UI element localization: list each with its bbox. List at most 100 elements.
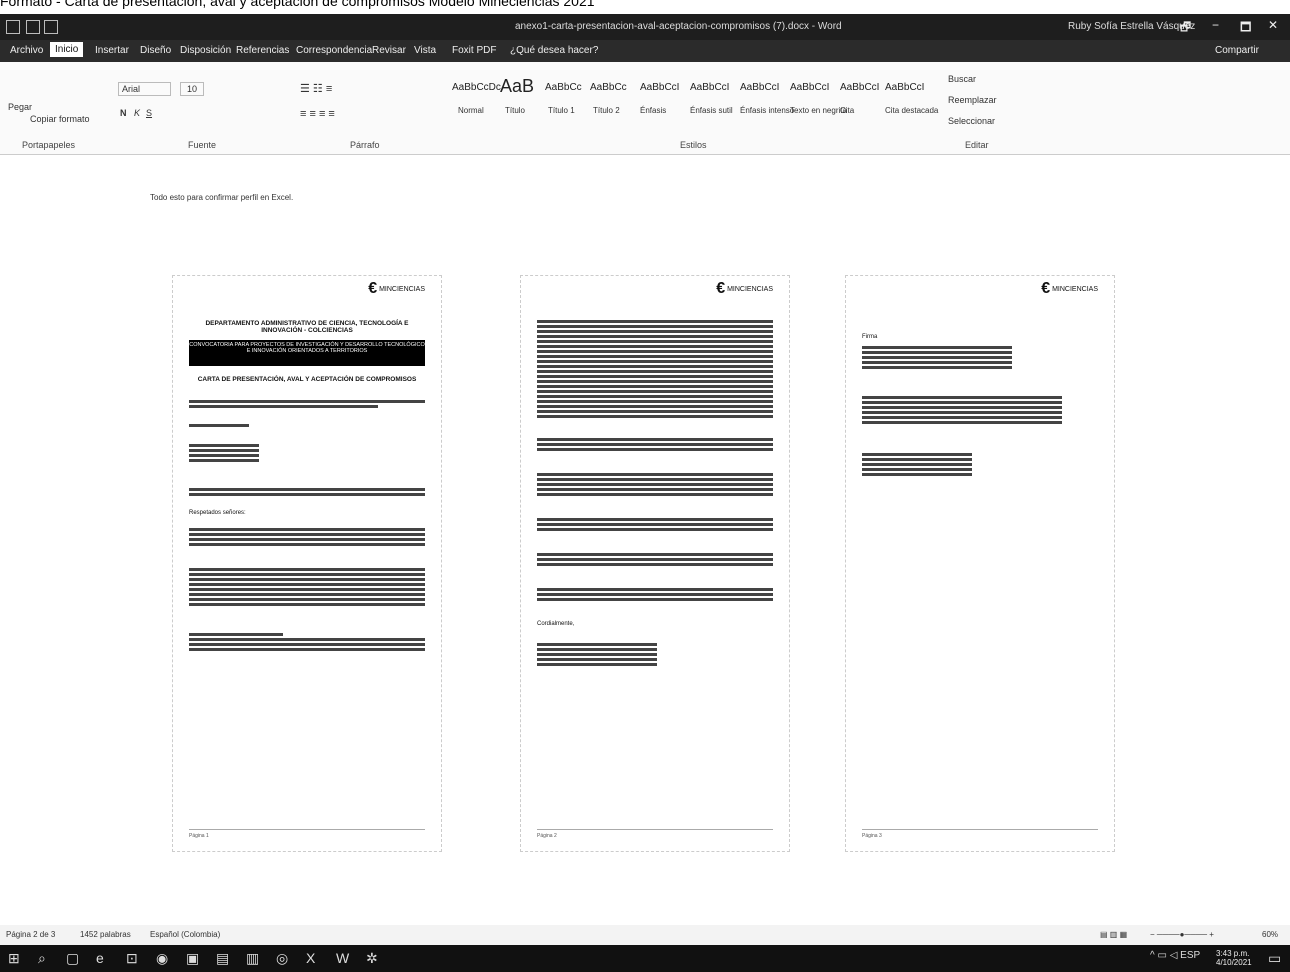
style-emph-name: Énfasis <box>640 106 667 115</box>
page1-paragraph-3 <box>189 526 425 548</box>
notifications-icon[interactable]: ▭ <box>1268 950 1281 967</box>
style-subtle-name: Énfasis sutil <box>690 106 733 115</box>
page2-signature-block <box>537 641 657 668</box>
font-name-select[interactable]: Arial <box>118 82 172 96</box>
document-area[interactable]: Todo esto para confirmar perfil en Excel… <box>0 155 1290 925</box>
tab-disposicion[interactable]: Disposición <box>180 45 231 56</box>
style-h1-preview[interactable]: AaBbCc <box>545 82 582 93</box>
clock-date: 4/10/2021 <box>1216 958 1252 967</box>
select-button[interactable]: Seleccionar <box>948 116 995 126</box>
align-icons[interactable]: ≡ ≡ ≡ ≡ <box>300 108 335 120</box>
camera-icon[interactable]: ◎ <box>276 950 288 967</box>
underline-button[interactable]: S <box>146 108 152 118</box>
word-icon <box>6 20 20 34</box>
editing-group-label: Editar <box>965 140 989 150</box>
zoom-level[interactable]: 60% <box>1262 930 1278 939</box>
page1-footer: Página 1 <box>189 829 425 839</box>
ribbon: Pegar Copiar formato Portapapeles Arial … <box>0 62 1290 155</box>
start-icon[interactable]: ⊞ <box>8 950 20 967</box>
style-intense-quote-name: Cita destacada <box>885 106 939 115</box>
font-size-select[interactable]: 10 <box>180 82 205 96</box>
page3-signature-3 <box>862 451 972 478</box>
task-view-icon[interactable]: ▢ <box>66 950 79 967</box>
excel-icon[interactable]: X <box>306 950 315 966</box>
style-bold-name: Texto en negrita <box>790 106 847 115</box>
search-icon[interactable]: ⌕ <box>38 950 46 967</box>
page2-paragraph-3 <box>537 471 773 498</box>
logo-text: MINCIENCIAS <box>379 285 425 293</box>
tab-foxit[interactable]: Foxit PDF <box>452 45 496 56</box>
tab-diseno[interactable]: Diseño <box>140 45 171 56</box>
chrome-icon[interactable]: ◉ <box>156 950 168 967</box>
style-title-preview[interactable]: AaB <box>500 76 534 97</box>
save-icon[interactable] <box>26 20 40 34</box>
page-2[interactable]: € MINCIENCIAS Cordialmente, Página 2 <box>520 275 790 852</box>
tab-correspondencia[interactable]: Correspondencia <box>296 45 372 56</box>
word-count[interactable]: 1452 palabras <box>80 930 131 939</box>
find-button[interactable]: Buscar <box>948 74 976 84</box>
view-mode-icons[interactable]: ▤ ▥ ▦ <box>1100 930 1127 939</box>
tab-revisar[interactable]: Revisar <box>372 45 406 56</box>
edge-icon[interactable]: e <box>96 950 104 966</box>
clock[interactable]: 3:43 p.m. 4/10/2021 <box>1216 949 1252 967</box>
document-note: Todo esto para confirmar perfil en Excel… <box>150 193 294 202</box>
style-h2-preview[interactable]: AaBbCc <box>590 82 627 93</box>
logo-text: MINCIENCIAS <box>1052 285 1098 293</box>
page2-paragraph-5 <box>537 551 773 568</box>
list-icons[interactable]: ☰ ☷ ≡ <box>300 82 332 95</box>
status-bar: Página 2 de 3 1452 palabras Español (Col… <box>0 925 1290 945</box>
tab-vista[interactable]: Vista <box>414 45 436 56</box>
font-group-label: Fuente <box>188 140 217 150</box>
page1-title-box: CONVOCATORIA PARA PROYECTOS DE INVESTIGA… <box>189 340 425 366</box>
page1-paragraph-4 <box>189 566 425 608</box>
share-button[interactable]: Compartir <box>1215 45 1259 56</box>
logo-text: MINCIENCIAS <box>727 285 773 293</box>
page2-paragraph-2 <box>537 436 773 453</box>
style-intense-preview[interactable]: AaBbCcI <box>740 82 779 93</box>
style-emph-preview[interactable]: AaBbCcI <box>640 82 679 93</box>
copy-format-button[interactable]: Copiar formato <box>30 114 90 124</box>
page-3[interactable]: € MINCIENCIAS Firma Página 3 <box>845 275 1115 852</box>
app-icon[interactable]: ▥ <box>246 950 259 967</box>
italic-button[interactable]: K <box>134 108 140 118</box>
ribbon-display-icon[interactable]: 🗗 <box>1180 18 1191 39</box>
mail-icon[interactable]: ▤ <box>216 950 229 967</box>
tell-me-search[interactable]: ¿Qué desea hacer? <box>510 45 598 56</box>
logo-c-icon: € <box>1041 280 1051 297</box>
page1-address <box>189 442 259 464</box>
style-intense-quote-preview[interactable]: AaBbCcI <box>885 82 924 93</box>
style-subtle-preview[interactable]: AaBbCcI <box>690 82 729 93</box>
style-intense-name: Énfasis intenso <box>740 106 795 115</box>
zoom-slider[interactable]: − ────●──── + <box>1150 930 1214 939</box>
tab-inicio[interactable]: Inicio <box>50 42 84 57</box>
page-count[interactable]: Página 2 de 3 <box>6 930 55 939</box>
style-normal-preview[interactable]: AaBbCcDc <box>452 82 501 93</box>
undo-icon[interactable] <box>44 20 58 34</box>
tab-referencias[interactable]: Referencias <box>236 45 289 56</box>
tab-archivo[interactable]: Archivo <box>10 45 43 56</box>
store-icon[interactable]: ⊡ <box>126 950 138 967</box>
page3-signature-1 <box>862 344 1012 371</box>
style-quote-name: Cita <box>840 106 855 115</box>
logo-c-icon: € <box>368 280 378 297</box>
tray-icons[interactable]: ^ ▭ ◁ ESP <box>1150 950 1200 961</box>
files-icon[interactable]: ▣ <box>186 950 199 967</box>
maximize-icon[interactable]: 🗖 <box>1240 18 1251 39</box>
title-bar: anexo1-carta-presentacion-aval-aceptacio… <box>0 14 1290 40</box>
page2-closing: Cordialmente, <box>537 621 575 627</box>
page2-paragraph-6 <box>537 586 773 603</box>
style-quote-preview[interactable]: AaBbCcI <box>840 82 879 93</box>
paste-button[interactable]: Pegar <box>8 102 32 112</box>
bold-button[interactable]: N <box>120 108 127 118</box>
language-indicator[interactable]: Español (Colombia) <box>150 930 220 939</box>
word-taskbar-icon[interactable]: W <box>336 950 349 966</box>
style-bold-preview[interactable]: AaBbCcI <box>790 82 829 93</box>
page-1[interactable]: € MINCIENCIAS DEPARTAMENTO ADMINISTRATIVO… <box>172 275 442 852</box>
page1-subheading: CARTA DE PRESENTACIÓN, AVAL Y ACEPTACIÓN… <box>197 376 417 383</box>
tab-insertar[interactable]: Insertar <box>95 45 129 56</box>
user-name[interactable]: Ruby Sofía Estrella Vásquez <box>1068 21 1195 32</box>
replace-button[interactable]: Reemplazar <box>948 95 997 105</box>
close-icon[interactable]: ✕ <box>1268 18 1278 32</box>
minimize-icon[interactable]: − <box>1212 18 1219 32</box>
settings-icon[interactable]: ✲ <box>366 950 378 967</box>
